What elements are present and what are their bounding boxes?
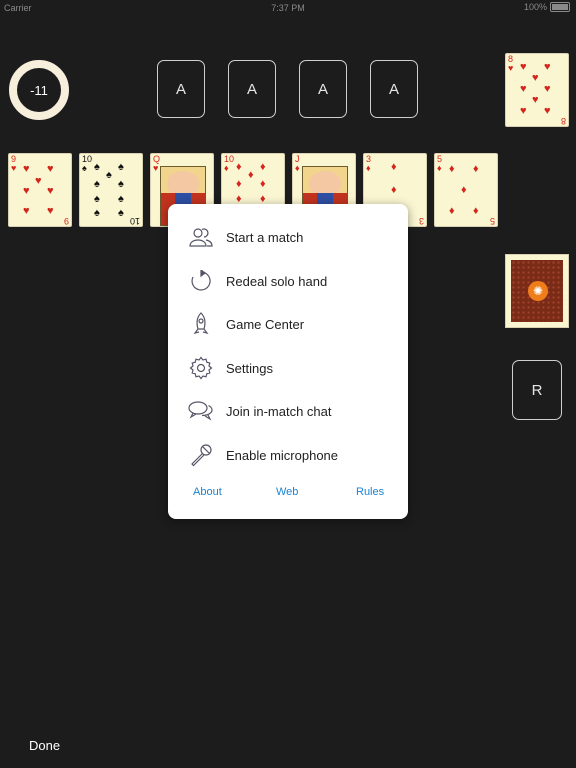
status-bar: Carrier 7:37 PM 100% bbox=[0, 0, 576, 16]
tableau-card-1[interactable]: 9 ♥ ♥ ♥ ♥ ♥ ♥ ♥ ♥ 9 bbox=[8, 153, 72, 227]
menu-item-label: Join in-match chat bbox=[226, 403, 332, 419]
suit-pip: ♥ bbox=[35, 175, 42, 187]
players-icon bbox=[188, 224, 214, 250]
suit-pip: ♠ bbox=[94, 193, 100, 205]
suit-pip: ♠ bbox=[94, 178, 100, 190]
web-link[interactable]: Web bbox=[276, 486, 298, 498]
menu-item-label: Start a match bbox=[226, 229, 304, 245]
suit-pip: ♠ bbox=[118, 178, 124, 190]
suit-pip: ♥ bbox=[23, 205, 30, 217]
menu-item-start-match[interactable]: Start a match bbox=[168, 217, 408, 257]
suit-pip: ♥ bbox=[23, 185, 30, 197]
card-rank-bottom: 8 bbox=[560, 116, 566, 126]
suit-pip: ♠ bbox=[118, 207, 124, 219]
gear-icon bbox=[188, 355, 214, 381]
menu-item-label: Game Center bbox=[226, 316, 305, 332]
card-rank-bottom: 9 bbox=[63, 216, 69, 226]
card-rank: 8 ♥ bbox=[508, 54, 514, 73]
battery-icon bbox=[550, 2, 570, 12]
stock-pile[interactable]: ✺ bbox=[505, 254, 569, 328]
suit-pip: ♥ bbox=[544, 61, 551, 73]
card-rank: J ♦ bbox=[295, 154, 300, 173]
menu-item-label: Redeal solo hand bbox=[226, 273, 328, 289]
suit-pip: ♠ bbox=[118, 161, 124, 173]
menu-item-redeal[interactable]: Redeal solo hand bbox=[168, 261, 408, 301]
suit-pip: ♠ bbox=[118, 193, 124, 205]
waste-card[interactable]: 8 ♥ ♥ ♥ ♥ ♥ ♥ ♥ ♥ ♥ 8 bbox=[505, 53, 569, 127]
suit-pip: ♥ bbox=[544, 83, 551, 95]
score-badge[interactable]: -11 bbox=[9, 60, 69, 120]
about-link[interactable]: About bbox=[193, 486, 222, 498]
suit-pip: ♥ bbox=[520, 105, 527, 117]
suit-pip: ♥ bbox=[47, 205, 54, 217]
suit-pip: ♥ bbox=[532, 94, 539, 106]
chat-bubbles-icon bbox=[188, 398, 214, 424]
menu-item-game-center[interactable]: Game Center bbox=[168, 304, 408, 344]
card-rank: 9 ♥ bbox=[11, 154, 17, 173]
suit-pip: ♦ bbox=[473, 163, 479, 175]
foundation-slot-1[interactable]: A bbox=[157, 60, 205, 118]
rocket-icon bbox=[188, 311, 214, 337]
rules-link[interactable]: Rules bbox=[356, 486, 384, 498]
suit-pip: ♦ bbox=[391, 184, 397, 196]
menu-item-settings[interactable]: Settings bbox=[168, 348, 408, 388]
suit-pip: ♠ bbox=[106, 169, 112, 181]
menu-footer-links: About Web Rules bbox=[168, 486, 408, 500]
suit-pip: ♦ bbox=[260, 161, 266, 173]
card-back-emblem-icon: ✺ bbox=[528, 281, 548, 301]
suit-pip: ♠ bbox=[94, 207, 100, 219]
foundation-label: A bbox=[317, 80, 328, 98]
status-time: 7:37 PM bbox=[271, 3, 305, 13]
card-rank: Q ♥ bbox=[153, 154, 161, 173]
suit-pip: ♦ bbox=[391, 161, 397, 173]
suit-pip: ♥ bbox=[23, 163, 30, 175]
reserve-label: R bbox=[531, 381, 543, 399]
foundation-slot-2[interactable]: A bbox=[228, 60, 276, 118]
foundation-label: A bbox=[388, 80, 399, 98]
menu-item-microphone[interactable]: Enable microphone bbox=[168, 435, 408, 475]
done-button[interactable]: Done bbox=[29, 738, 60, 753]
card-rank-bottom: 5 bbox=[489, 216, 495, 226]
menu-item-label: Enable microphone bbox=[226, 447, 339, 463]
suit-pip: ♥ bbox=[47, 185, 54, 197]
battery-percent: 100% bbox=[523, 2, 547, 12]
tableau-card-2[interactable]: 10 ♠ ♠ ♠ ♠ ♠ ♠ ♠ ♠ ♠ ♠ 10 bbox=[79, 153, 143, 227]
card-rank: 5 ♦ bbox=[437, 154, 443, 173]
foundation-label: A bbox=[175, 80, 186, 98]
suit-pip: ♦ bbox=[248, 169, 254, 181]
suit-pip: ♠ bbox=[94, 161, 100, 173]
suit-pip: ♦ bbox=[449, 163, 455, 175]
suit-pip: ♥ bbox=[520, 83, 527, 95]
suit-pip: ♥ bbox=[544, 105, 551, 117]
tableau-card-7[interactable]: 5 ♦ ♦ ♦ ♦ ♦ ♦ 5 bbox=[434, 153, 498, 227]
foundation-slot-4[interactable]: A bbox=[370, 60, 418, 118]
reserve-slot[interactable]: R bbox=[512, 360, 562, 420]
menu-item-join-chat[interactable]: Join in-match chat bbox=[168, 391, 408, 431]
redeal-icon bbox=[188, 268, 214, 294]
score-value: -11 bbox=[30, 82, 48, 98]
suit-pip: ♦ bbox=[236, 161, 242, 173]
card-rank: 10 ♠ bbox=[82, 154, 93, 173]
card-rank: 10 ♦ bbox=[224, 154, 235, 173]
game-menu-popover: Start a match Redeal solo hand Game Cent… bbox=[168, 204, 408, 519]
foundation-slot-3[interactable]: A bbox=[299, 60, 347, 118]
battery-indicator: 100% bbox=[524, 2, 570, 12]
suit-pip: ♥ bbox=[532, 72, 539, 84]
menu-item-label: Settings bbox=[226, 360, 273, 376]
suit-pip: ♥ bbox=[520, 61, 527, 73]
suit-pip: ♦ bbox=[461, 184, 467, 196]
card-rank-bottom: 10 bbox=[129, 216, 140, 226]
suit-pip: ♥ bbox=[47, 163, 54, 175]
suit-pip: ♦ bbox=[236, 178, 242, 190]
suit-pip: ♦ bbox=[473, 205, 479, 217]
suit-pip: ♦ bbox=[449, 205, 455, 217]
card-rank: 3 ♦ bbox=[366, 154, 372, 173]
suit-pip: ♦ bbox=[260, 178, 266, 190]
card-rank-bottom: 3 bbox=[418, 216, 424, 226]
foundation-label: A bbox=[246, 80, 257, 98]
microphone-icon bbox=[188, 442, 214, 468]
